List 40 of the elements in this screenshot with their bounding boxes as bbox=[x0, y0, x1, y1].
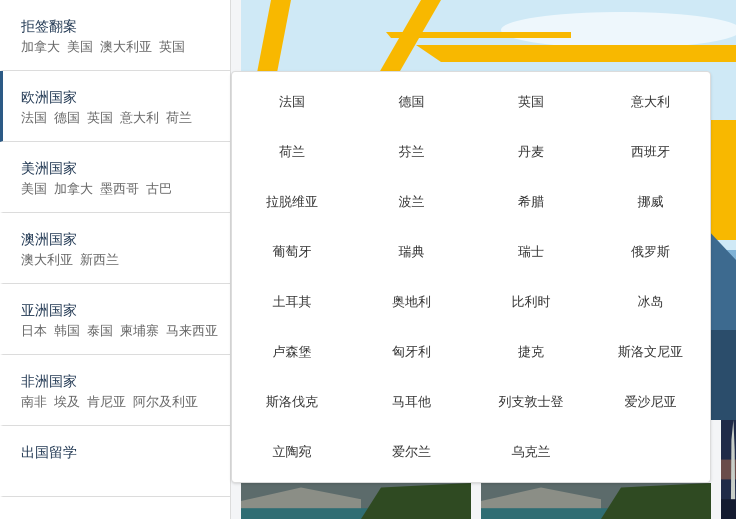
category-item[interactable]: 亚洲国家 日本 韩国 泰国 柬埔寨 马来西亚 bbox=[0, 284, 230, 355]
country-link[interactable]: 乌克兰 bbox=[511, 442, 550, 462]
country-link[interactable]: 英国 bbox=[159, 38, 185, 56]
country-link[interactable]: 墨西哥 bbox=[100, 180, 139, 198]
country-link[interactable]: 阿尔及利亚 bbox=[133, 393, 198, 411]
country-link[interactable]: 立陶宛 bbox=[272, 442, 312, 462]
country-link[interactable]: 澳大利亚 bbox=[100, 38, 152, 56]
country-link[interactable]: 加拿大 bbox=[21, 38, 60, 56]
country-link[interactable]: 加拿大 bbox=[54, 180, 93, 198]
country-link[interactable]: 爱尔兰 bbox=[392, 442, 431, 462]
country-link[interactable]: 马来西亚 bbox=[166, 322, 218, 340]
country-link[interactable]: 埃及 bbox=[54, 393, 80, 411]
country-link[interactable]: 古巴 bbox=[146, 180, 172, 198]
category-item[interactable]: 拒签翻案 加拿大 美国 澳大利亚 英国 bbox=[0, 0, 230, 71]
category-item[interactable]: 出国留学 bbox=[0, 426, 230, 497]
category-item[interactable]: 澳洲国家 澳大利亚 新西兰 bbox=[0, 213, 230, 284]
country-link[interactable]: 泰国 bbox=[87, 322, 113, 340]
country-link[interactable]: 英国 bbox=[87, 109, 113, 127]
country-link[interactable]: 美国 bbox=[21, 180, 47, 198]
country-link[interactable]: 日本 bbox=[21, 322, 47, 340]
country-link[interactable]: 意大利 bbox=[120, 109, 159, 127]
country-link[interactable]: 荷兰 bbox=[166, 109, 192, 127]
category-title: 亚洲国家 bbox=[21, 301, 78, 320]
category-item[interactable]: 非洲国家 南非 埃及 肯尼亚 阿尔及利亚 bbox=[0, 355, 230, 426]
category-title: 欧洲国家 bbox=[21, 88, 78, 107]
country-link[interactable]: 韩国 bbox=[54, 322, 80, 340]
category-title: 拒签翻案 bbox=[21, 17, 78, 36]
category-title: 美洲国家 bbox=[21, 159, 78, 178]
country-link[interactable]: 澳大利亚 bbox=[21, 251, 73, 269]
country-link[interactable]: 美国 bbox=[67, 38, 93, 56]
country-link[interactable]: 柬埔寨 bbox=[120, 322, 159, 340]
category-item[interactable]: 美洲国家 美国 加拿大 墨西哥 古巴 bbox=[0, 142, 230, 213]
category-title: 澳洲国家 bbox=[21, 230, 78, 249]
country-link[interactable]: 法国 bbox=[21, 109, 47, 127]
country-link[interactable]: 肯尼亚 bbox=[87, 393, 126, 411]
country-link[interactable]: 新西兰 bbox=[80, 251, 119, 269]
category-title: 非洲国家 bbox=[21, 372, 78, 391]
country-link[interactable]: 南非 bbox=[21, 393, 47, 411]
country-link[interactable]: 德国 bbox=[54, 109, 80, 127]
category-title: 出国留学 bbox=[21, 443, 78, 462]
